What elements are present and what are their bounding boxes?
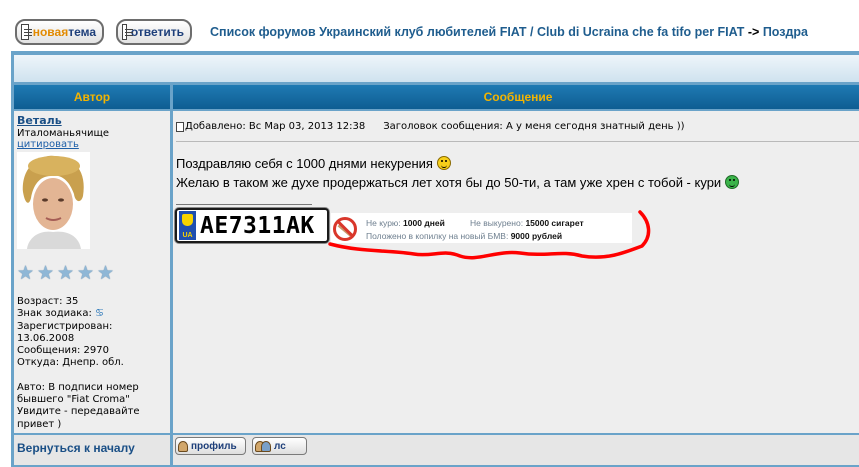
- users-icon: [261, 440, 271, 452]
- pm-label: лс: [274, 440, 286, 452]
- profile-button[interactable]: профиль: [175, 437, 246, 455]
- red-annotation-underline: [328, 210, 651, 260]
- back-to-top-link[interactable]: Вернуться к началу: [17, 441, 135, 455]
- profile-label: профиль: [191, 440, 237, 452]
- user-icon: [178, 440, 188, 452]
- private-message-button[interactable]: лс: [252, 437, 307, 455]
